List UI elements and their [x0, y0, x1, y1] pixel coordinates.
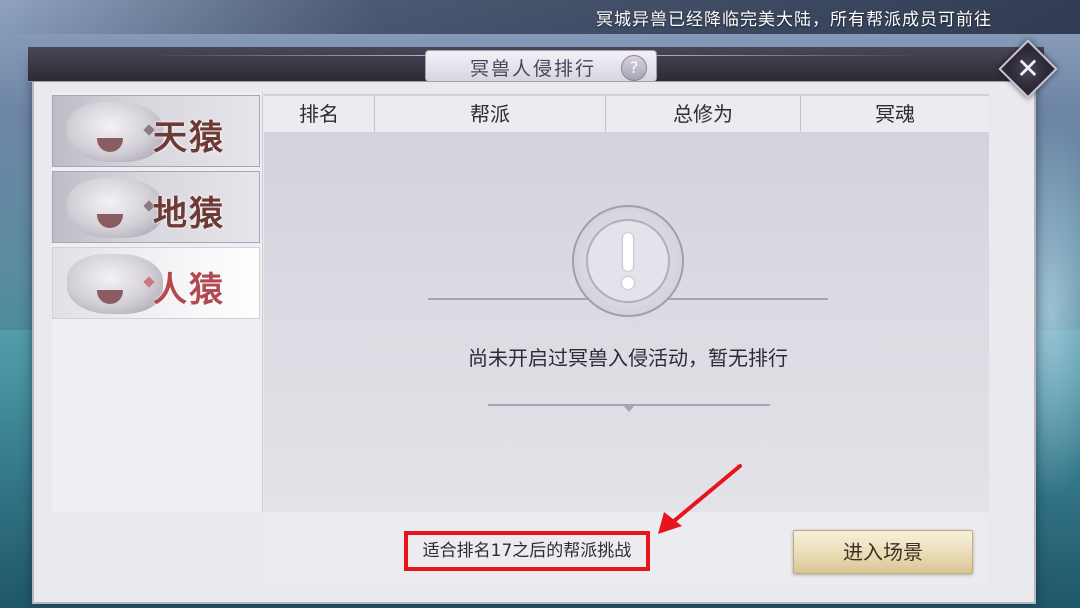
help-button[interactable]: ? — [621, 55, 647, 81]
column-header-total-cultivation[interactable]: 总修为 — [606, 96, 801, 132]
hint-text: 适合排名17之后的帮派挑战 — [404, 531, 650, 571]
exclamation-icon — [623, 233, 633, 271]
close-icon: ✕ — [1016, 52, 1040, 85]
annotation-arrow-icon — [658, 464, 742, 534]
beast-name: 天猿 — [153, 118, 225, 158]
chevron-down-icon — [622, 404, 636, 412]
divider-left — [428, 298, 598, 300]
column-header-soul[interactable]: 冥魂 — [801, 96, 989, 132]
beast-tab-tianyuan[interactable]: 天猿 — [52, 95, 260, 167]
column-header-guild[interactable]: 帮派 — [375, 96, 606, 132]
empty-state-message: 尚未开启过冥兽入侵活动，暂无排行 — [468, 346, 788, 370]
dialog-title: 冥兽人侵排行 — [470, 58, 597, 80]
exclamation-dot — [622, 277, 634, 289]
enter-scene-button[interactable]: 进入场景 — [793, 530, 973, 574]
column-header-rank[interactable]: 排名 — [264, 96, 375, 132]
beast-tab-renyuan[interactable]: 人猿 — [52, 247, 260, 319]
announcement-marquee: 冥城异兽已经降临完美大陆，所有帮派成员可前往 — [0, 0, 1080, 34]
beast-tab-diyuan[interactable]: 地猿 — [52, 171, 260, 243]
beast-name: 人猿 — [153, 270, 225, 310]
divider-right — [658, 298, 828, 300]
beast-name: 地猿 — [153, 194, 225, 234]
announcement-text: 冥城异兽已经降临完美大陆，所有帮派成员可前往 — [596, 10, 992, 30]
